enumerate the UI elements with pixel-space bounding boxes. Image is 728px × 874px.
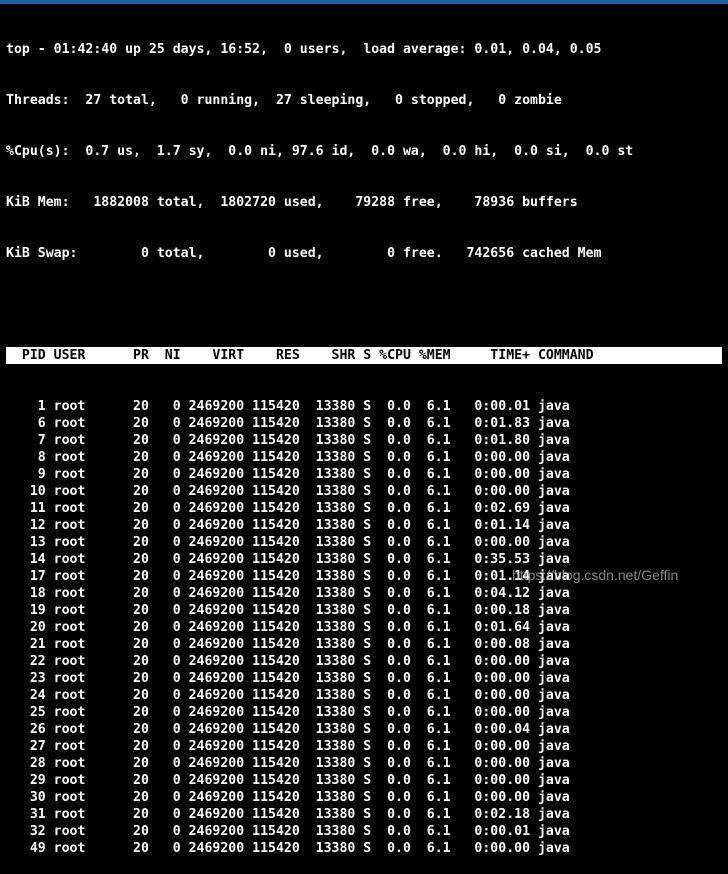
table-row: 10 root 20 0 2469200 115420 13380 S 0.0 … [6,484,570,499]
table-row: 14 root 20 0 2469200 115420 13380 S 0.0 … [6,552,570,567]
table-row: 27 root 20 0 2469200 115420 13380 S 0.0 … [6,739,570,754]
table-row: 49 root 20 0 2469200 115420 13380 S 0.0 … [6,841,570,856]
table-row: 7 root 20 0 2469200 115420 13380 S 0.0 6… [6,433,570,448]
table-row: 23 root 20 0 2469200 115420 13380 S 0.0 … [6,671,570,686]
table-row: 31 root 20 0 2469200 115420 13380 S 0.0 … [6,807,570,822]
table-row: 1 root 20 0 2469200 115420 13380 S 0.0 6… [6,399,570,414]
table-row: 25 root 20 0 2469200 115420 13380 S 0.0 … [6,705,570,720]
terminal-output[interactable]: top - 01:42:40 up 25 days, 16:52, 0 user… [6,7,728,874]
table-row: 32 root 20 0 2469200 115420 13380 S 0.0 … [6,824,570,839]
table-row: 6 root 20 0 2469200 115420 13380 S 0.0 6… [6,416,570,431]
process-table-header: PID USER PR NI VIRT RES SHR S %CPU %MEM … [6,347,722,364]
table-row: 21 root 20 0 2469200 115420 13380 S 0.0 … [6,637,570,652]
table-row: 28 root 20 0 2469200 115420 13380 S 0.0 … [6,756,570,771]
table-row: 22 root 20 0 2469200 115420 13380 S 0.0 … [6,654,570,669]
table-row: 30 root 20 0 2469200 115420 13380 S 0.0 … [6,790,570,805]
table-row: 26 root 20 0 2469200 115420 13380 S 0.0 … [6,722,570,737]
table-row: 29 root 20 0 2469200 115420 13380 S 0.0 … [6,773,570,788]
summary-threads-line: Threads: 27 total, 0 running, 27 sleepin… [6,93,562,108]
summary-cpu-line: %Cpu(s): 0.7 us, 1.7 sy, 0.0 ni, 97.6 id… [6,144,634,159]
table-row: 11 root 20 0 2469200 115420 13380 S 0.0 … [6,501,570,516]
summary-swap-line: KiB Swap: 0 total, 0 used, 0 free. 74265… [6,246,602,261]
summary-uptime-line: top - 01:42:40 up 25 days, 16:52, 0 user… [6,42,602,57]
table-row: 8 root 20 0 2469200 115420 13380 S 0.0 6… [6,450,570,465]
summary-mem-line: KiB Mem: 1882008 total, 1802720 used, 79… [6,195,578,210]
table-row: 12 root 20 0 2469200 115420 13380 S 0.0 … [6,518,570,533]
table-row: 9 root 20 0 2469200 115420 13380 S 0.0 6… [6,467,570,482]
process-table-body: 1 root 20 0 2469200 115420 13380 S 0.0 6… [6,398,728,857]
table-row: 20 root 20 0 2469200 115420 13380 S 0.0 … [6,620,570,635]
table-row: 13 root 20 0 2469200 115420 13380 S 0.0 … [6,535,570,550]
watermark: https://blog.csdn.net/Geffin [512,567,679,583]
table-row: 18 root 20 0 2469200 115420 13380 S 0.0 … [6,586,570,601]
table-row: 24 root 20 0 2469200 115420 13380 S 0.0 … [6,688,570,703]
table-row: 19 root 20 0 2469200 115420 13380 S 0.0 … [6,603,570,618]
window-top-bar [0,0,728,4]
